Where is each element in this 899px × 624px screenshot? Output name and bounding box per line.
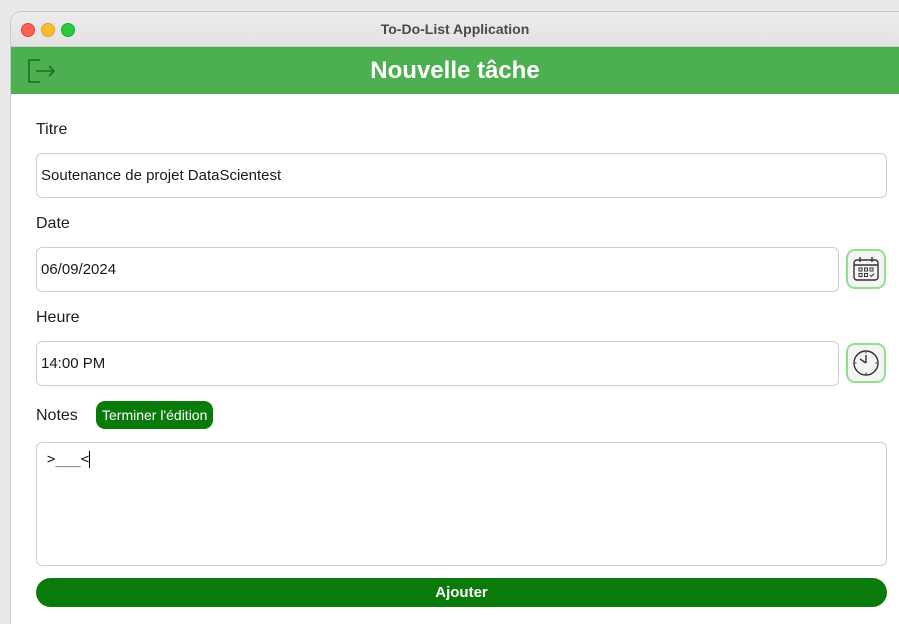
notes-label: Notes	[36, 407, 78, 424]
window-title: To-Do-List Application	[380, 21, 530, 37]
time-field[interactable]: 14:00 PM	[36, 341, 839, 386]
date-label: Date	[36, 215, 70, 232]
title-bar: To-Do-List Application	[11, 12, 899, 47]
finish-editing-button[interactable]: Terminer l'édition	[96, 401, 214, 429]
notes-value: >___<	[47, 451, 90, 468]
notes-textarea[interactable]: >___<	[36, 442, 887, 566]
time-picker-button[interactable]	[846, 343, 886, 383]
add-task-button[interactable]: Ajouter	[36, 578, 887, 607]
notes-content: >___<	[47, 451, 91, 468]
title-field[interactable]: Soutenance de projet DataScientest	[36, 153, 887, 198]
text-cursor	[89, 451, 91, 468]
clock-icon	[853, 350, 879, 376]
app-window: To-Do-List Application Nouvelle tâche Ti…	[11, 12, 899, 624]
date-picker-button[interactable]	[846, 249, 886, 289]
title-label: Titre	[36, 121, 68, 138]
page-title: Nouvelle tâche	[370, 57, 540, 84]
time-label: Heure	[36, 309, 80, 326]
page-header: Nouvelle tâche	[11, 47, 899, 94]
date-field[interactable]: 06/09/2024	[36, 247, 839, 292]
calendar-icon	[853, 257, 879, 281]
